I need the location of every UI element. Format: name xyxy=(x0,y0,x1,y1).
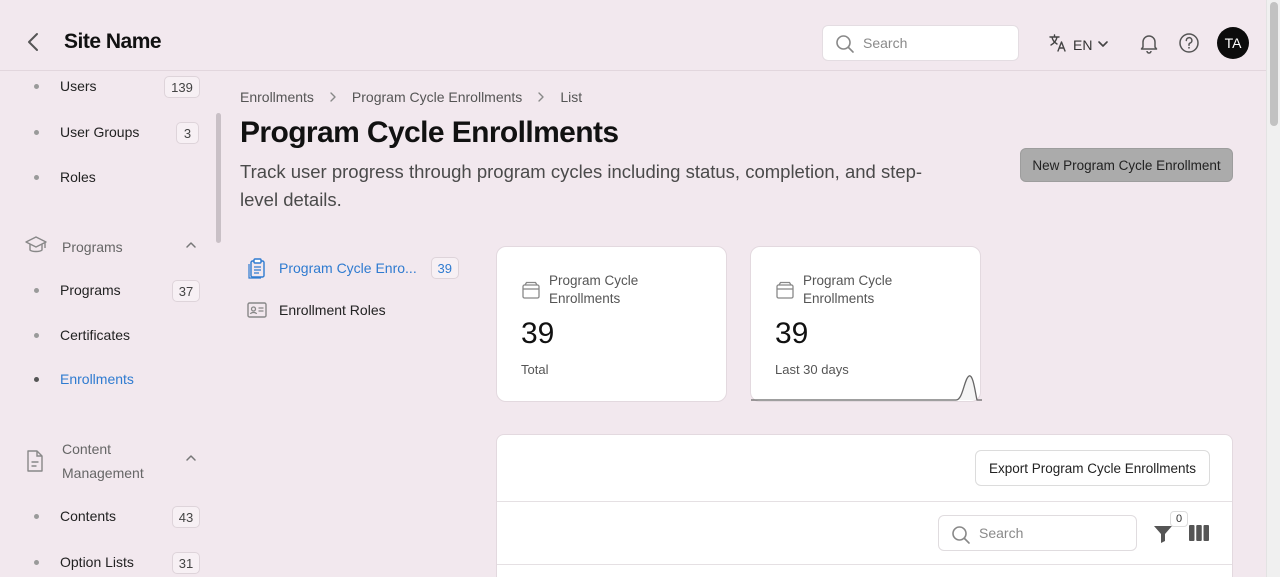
notifications-bell-icon[interactable] xyxy=(1138,32,1160,59)
table-search-input[interactable] xyxy=(979,516,1129,550)
subnav-label: Enrollment Roles xyxy=(279,302,386,318)
subnav-count-badge: 39 xyxy=(430,257,459,279)
nav-dot xyxy=(34,84,39,89)
language-selector[interactable]: EN xyxy=(1048,33,1109,56)
stat-label: Program Cycle Enrollments xyxy=(803,273,893,306)
page-description: Track user progress through program cycl… xyxy=(240,161,923,210)
sidebar-item-roles[interactable]: Roles xyxy=(60,169,96,185)
help-icon[interactable] xyxy=(1178,32,1200,59)
sidebar-group-label: Management xyxy=(62,465,144,481)
export-button[interactable]: Export Program Cycle Enrollments xyxy=(975,450,1210,486)
chevron-up-icon[interactable] xyxy=(184,238,198,257)
nav-dot xyxy=(34,288,39,293)
sidebar-item-user-groups[interactable]: User Groups xyxy=(60,124,139,140)
inbox-icon xyxy=(521,281,541,306)
clipboard-list-icon xyxy=(246,257,268,279)
sparkline xyxy=(751,375,982,401)
stat-label: Program Cycle Enrollments xyxy=(549,273,639,306)
sidebar-item-users[interactable]: Users xyxy=(60,78,97,94)
breadcrumb: Enrollments Program Cycle Enrollments Li… xyxy=(240,89,582,105)
contents-count-badge: 43 xyxy=(172,506,200,528)
chevron-up-icon[interactable] xyxy=(184,451,198,470)
nav-dot xyxy=(34,175,39,180)
sidebar-group-label: Content xyxy=(62,441,112,457)
subnav-label: Program Cycle Enro... xyxy=(279,260,417,276)
global-search-input[interactable] xyxy=(863,26,1013,60)
chevron-down-icon xyxy=(1097,37,1109,53)
option-lists-count-badge: 31 xyxy=(172,552,200,574)
subnav-item-enrollment-roles[interactable]: Enrollment Roles xyxy=(246,299,386,321)
sidebar-group-programs[interactable]: Programs xyxy=(24,234,123,259)
document-icon xyxy=(24,449,46,476)
users-count-badge: 139 xyxy=(164,76,200,98)
translate-icon xyxy=(1048,33,1068,56)
table-panel: Export Program Cycle Enrollments 0 xyxy=(496,434,1233,577)
graduation-cap-icon xyxy=(24,234,48,259)
back-arrow-icon[interactable] xyxy=(22,30,46,54)
chevron-right-icon xyxy=(328,91,338,103)
stat-value: 39 xyxy=(521,317,555,350)
user-avatar[interactable]: TA xyxy=(1217,27,1249,59)
subnav-item-program-cycle-enrollments[interactable]: Program Cycle Enro... 39 xyxy=(246,257,459,279)
nav-dot-active xyxy=(34,377,39,382)
sidebar-item-programs[interactable]: Programs xyxy=(60,282,121,298)
sidebar-group-content-management[interactable]: Content Management xyxy=(24,437,144,485)
user-groups-count-badge: 3 xyxy=(176,122,199,144)
filter-count-badge: 0 xyxy=(1170,511,1188,527)
stat-card-last-30-days: Program Cycle Enrollments 39 Last 30 day… xyxy=(750,246,982,402)
page-scrollbar-thumb[interactable] xyxy=(1270,2,1278,126)
filter-icon[interactable] xyxy=(1153,524,1173,549)
breadcrumb-list: List xyxy=(560,89,583,105)
chevron-right-icon xyxy=(536,91,546,103)
programs-count-badge: 37 xyxy=(172,280,200,302)
sidebar-item-option-lists[interactable]: Option Lists xyxy=(60,554,134,570)
nav-dot xyxy=(34,333,39,338)
global-search[interactable] xyxy=(822,25,1019,61)
new-program-cycle-enrollment-button[interactable]: New Program Cycle Enrollment xyxy=(1020,148,1233,182)
sidebar-scrollbar[interactable] xyxy=(216,113,221,243)
sidebar: Users 139 User Groups 3 Roles Programs P… xyxy=(0,71,224,577)
sidebar-item-enrollments[interactable]: Enrollments xyxy=(60,371,134,387)
page-title: Program Cycle Enrollments xyxy=(240,116,619,149)
nav-dot xyxy=(34,130,39,135)
id-card-icon xyxy=(246,299,268,321)
nav-dot xyxy=(34,514,39,519)
sidebar-group-label: Programs xyxy=(62,238,123,255)
search-icon xyxy=(951,525,971,550)
divider xyxy=(497,564,1232,565)
inbox-icon xyxy=(775,281,795,306)
sidebar-item-contents[interactable]: Contents xyxy=(60,508,116,524)
sidebar-item-certificates[interactable]: Certificates xyxy=(60,327,130,343)
site-name[interactable]: Site Name xyxy=(64,30,162,54)
language-code: EN xyxy=(1073,36,1093,53)
table-search[interactable] xyxy=(938,515,1137,551)
stat-sublabel: Total xyxy=(521,362,549,377)
breadcrumb-enrollments[interactable]: Enrollments xyxy=(240,89,314,105)
stat-value: 39 xyxy=(775,317,809,350)
nav-dot xyxy=(34,560,39,565)
stat-card-total: Program Cycle Enrollments 39 Total xyxy=(496,246,727,402)
columns-icon[interactable] xyxy=(1188,524,1210,547)
page-scrollbar[interactable] xyxy=(1266,0,1280,577)
breadcrumb-program-cycle-enrollments[interactable]: Program Cycle Enrollments xyxy=(352,89,522,105)
top-bar: Site Name EN TA xyxy=(0,0,1266,71)
divider xyxy=(497,501,1232,502)
search-icon xyxy=(835,34,855,59)
